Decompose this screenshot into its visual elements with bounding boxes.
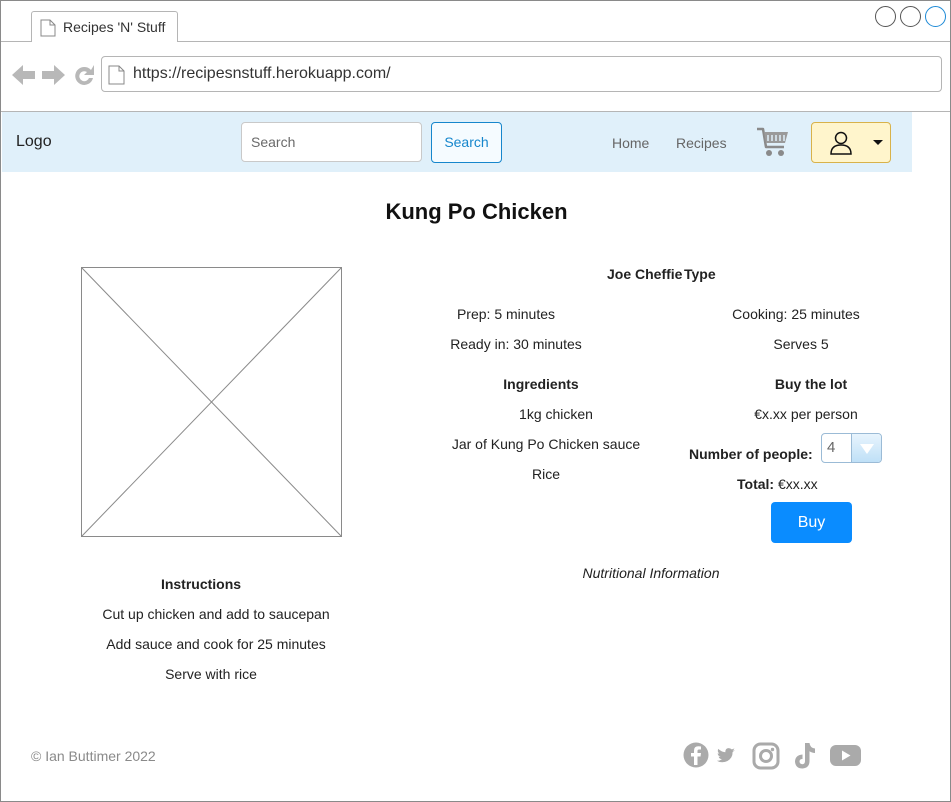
total-value: €xx.xx xyxy=(777,476,818,492)
browser-window: Recipes 'N' Stuff https://recipesnstuff.… xyxy=(0,0,951,802)
buy-button[interactable]: Buy xyxy=(771,502,852,543)
recipe-title: Kung Po Chicken xyxy=(385,199,568,224)
instruction-step: Cut up chicken and add to saucepan xyxy=(102,606,330,622)
recipe-type: Type xyxy=(684,266,716,282)
people-select[interactable]: 4 xyxy=(821,433,882,463)
back-arrow-icon[interactable] xyxy=(12,65,35,85)
ingredient-item: 1kg chicken xyxy=(519,406,593,422)
ingredient-item: Jar of Kung Po Chicken sauce xyxy=(451,436,641,452)
url-text: https://recipesnstuff.herokuapp.com/ xyxy=(133,65,391,82)
site-logo[interactable]: Logo xyxy=(16,133,52,151)
price-per-person: €x.xx per person xyxy=(754,406,858,422)
buy-heading: Buy the lot xyxy=(774,376,848,392)
cooking-time: Cooking: 25 minutes xyxy=(732,306,860,322)
tab-title: Recipes 'N' Stuff xyxy=(63,19,166,35)
search-input[interactable] xyxy=(241,122,422,162)
copyright-text: © Ian Buttimer 2022 xyxy=(31,748,156,764)
people-select-value: 4 xyxy=(827,439,836,456)
ingredient-item: Rice xyxy=(531,466,561,482)
browser-nav xyxy=(11,62,97,93)
reload-icon[interactable] xyxy=(75,65,94,85)
minimize-button[interactable] xyxy=(875,6,896,27)
instructions-heading: Instructions xyxy=(160,576,242,592)
user-icon xyxy=(829,131,853,160)
site-navbar: Logo Search Home Recipes xyxy=(2,112,912,172)
page-icon xyxy=(108,65,125,90)
prep-time: Prep: 5 minutes xyxy=(456,306,556,322)
search-button[interactable]: Search xyxy=(431,122,502,163)
forward-arrow-icon[interactable] xyxy=(42,65,65,85)
facebook-icon[interactable] xyxy=(683,741,709,774)
ready-time: Ready in: 30 minutes xyxy=(450,336,582,352)
nav-link-recipes[interactable]: Recipes xyxy=(676,135,727,151)
youtube-icon[interactable] xyxy=(829,741,863,774)
browser-tab[interactable]: Recipes 'N' Stuff xyxy=(31,11,178,42)
shopping-cart-icon[interactable] xyxy=(756,126,790,163)
recipe-author[interactable]: Joe Cheffie xyxy=(607,266,682,282)
instruction-step: Serve with rice xyxy=(165,666,257,682)
nav-link-home[interactable]: Home xyxy=(612,135,649,151)
chevron-down-icon xyxy=(873,140,883,145)
ingredients-heading: Ingredients xyxy=(503,376,579,392)
document-icon xyxy=(40,19,56,42)
dropdown-arrow-icon[interactable] xyxy=(851,434,881,462)
instruction-step: Add sauce and cook for 25 minutes xyxy=(106,636,326,652)
serves-count: Serves 5 xyxy=(773,336,829,352)
total-row: Total: €xx.xx xyxy=(737,476,818,492)
close-button[interactable] xyxy=(925,6,946,27)
instagram-icon[interactable] xyxy=(752,741,780,776)
maximize-button[interactable] xyxy=(900,6,921,27)
twitter-icon[interactable] xyxy=(716,741,736,774)
total-label: Total: xyxy=(737,476,775,492)
nutritional-info-link[interactable]: Nutritional Information xyxy=(583,565,720,581)
account-menu-button[interactable] xyxy=(811,122,891,163)
people-label: Number of people: xyxy=(689,446,813,462)
address-bar[interactable]: https://recipesnstuff.herokuapp.com/ xyxy=(101,56,942,92)
tiktok-icon[interactable] xyxy=(792,741,818,776)
recipe-image-placeholder xyxy=(81,267,342,537)
